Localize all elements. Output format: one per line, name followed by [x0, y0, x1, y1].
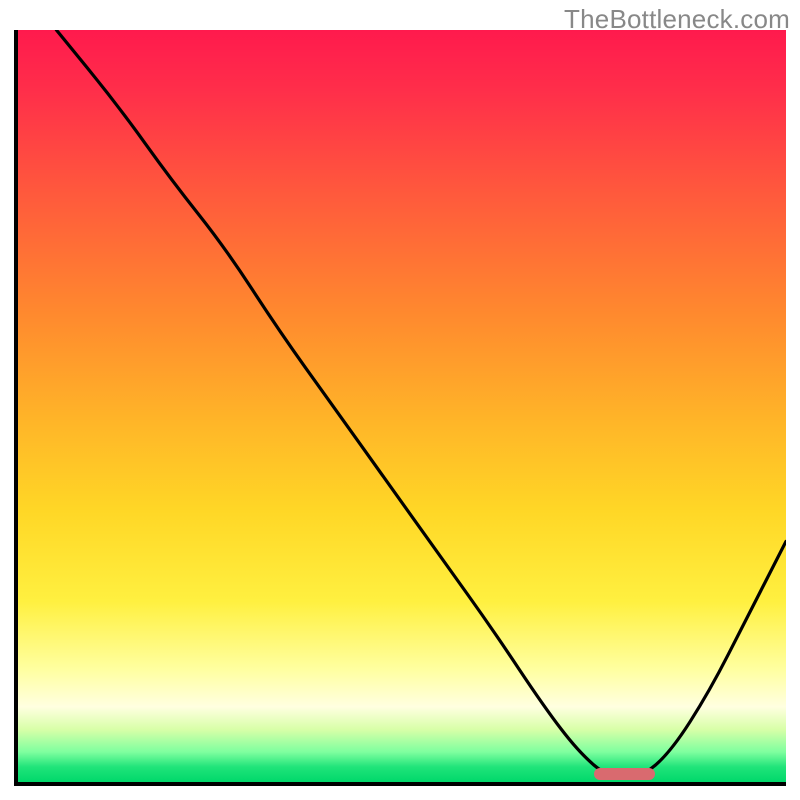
- curve-layer: [18, 30, 786, 782]
- chart-stage: TheBottleneck.com: [0, 0, 800, 800]
- optimal-range-marker: [594, 768, 655, 780]
- plot-area: [14, 30, 786, 786]
- bottleneck-curve: [56, 30, 786, 778]
